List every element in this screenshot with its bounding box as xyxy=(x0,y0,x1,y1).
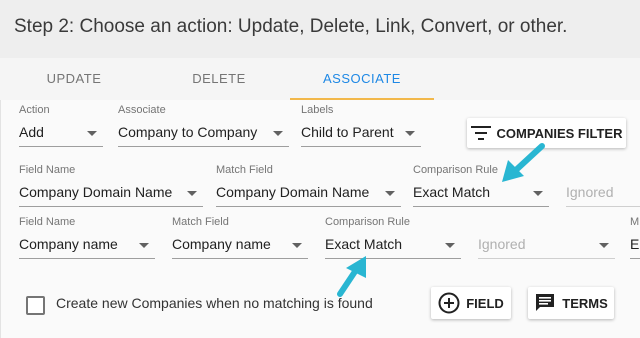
match-field-select[interactable]: Company Domain Name xyxy=(216,178,401,207)
ignored-select[interactable]: Ignored xyxy=(478,230,615,259)
create-companies-checkbox[interactable] xyxy=(26,296,45,315)
action-label: Action xyxy=(19,104,50,116)
terms-button[interactable]: TERMS xyxy=(528,287,614,319)
field-name-select[interactable]: Company name xyxy=(19,230,155,259)
match-field-value: Company name xyxy=(172,236,271,252)
chevron-down-icon xyxy=(139,243,149,248)
cut-off-select[interactable]: Er xyxy=(630,230,640,259)
action-select[interactable]: Add xyxy=(19,118,103,147)
chevron-down-icon xyxy=(533,191,543,196)
match-field-select[interactable]: Company name xyxy=(172,230,308,259)
field-name-label: Field Name xyxy=(19,164,76,176)
action-tabs: UPDATE DELETE ASSOCIATE xyxy=(0,58,640,100)
associate-value: Company to Company xyxy=(118,124,258,140)
chevron-down-icon xyxy=(405,131,415,136)
chevron-down-icon xyxy=(292,243,302,248)
associate-select[interactable]: Company to Company xyxy=(118,118,289,147)
plus-circle-icon xyxy=(438,292,460,314)
match-field-value: Company Domain Name xyxy=(216,184,370,200)
comparison-rule-label: Comparison Rule xyxy=(413,164,498,176)
comment-icon xyxy=(536,294,555,311)
tab-delete[interactable]: DELETE xyxy=(148,58,290,100)
add-field-button[interactable]: FIELD xyxy=(431,287,511,319)
comparison-rule-value: Exact Match xyxy=(325,236,403,252)
chevron-down-icon xyxy=(187,191,197,196)
ignored-select[interactable]: Ignored xyxy=(566,178,640,207)
tab-associate[interactable]: ASSOCIATE xyxy=(290,58,434,100)
chevron-down-icon xyxy=(273,131,283,136)
ignored-value: Ignored xyxy=(566,184,614,200)
chevron-down-icon xyxy=(385,191,395,196)
step-title: Step 2: Choose an action: Update, Delete… xyxy=(14,16,568,37)
labels-label: Labels xyxy=(301,104,334,116)
labels-select[interactable]: Child to Parent xyxy=(301,118,421,147)
cut-off-field: M Er xyxy=(630,216,640,260)
field-name-label: Field Name xyxy=(19,216,76,228)
field-name-value: Company name xyxy=(19,236,118,252)
action-value: Add xyxy=(19,124,44,140)
cut-off-value: Er xyxy=(630,236,640,252)
field-button-label: FIELD xyxy=(466,295,504,311)
ignored-value: Ignored xyxy=(478,236,526,252)
chevron-down-icon xyxy=(87,131,97,136)
match-field-label: Match Field xyxy=(172,216,229,228)
comparison-rule-value: Exact Match xyxy=(413,184,491,200)
annotation-arrow-icon xyxy=(502,143,545,182)
filter-icon xyxy=(470,126,491,140)
labels-value: Child to Parent xyxy=(301,124,394,140)
tab-update[interactable]: UPDATE xyxy=(0,58,148,100)
step-header: Step 2: Choose an action: Update, Delete… xyxy=(0,0,640,59)
cut-off-label: M xyxy=(630,216,640,228)
match-field-label: Match Field xyxy=(216,164,273,176)
field-name-select[interactable]: Company Domain Name xyxy=(19,178,203,207)
chevron-down-icon xyxy=(599,243,609,248)
field-name-value: Company Domain Name xyxy=(19,184,173,200)
associate-label: Associate xyxy=(118,104,166,116)
annotation-arrow-icon xyxy=(337,256,366,297)
comparison-rule-label: Comparison Rule xyxy=(325,216,410,228)
terms-button-label: TERMS xyxy=(562,295,608,311)
chevron-down-icon xyxy=(445,243,455,248)
